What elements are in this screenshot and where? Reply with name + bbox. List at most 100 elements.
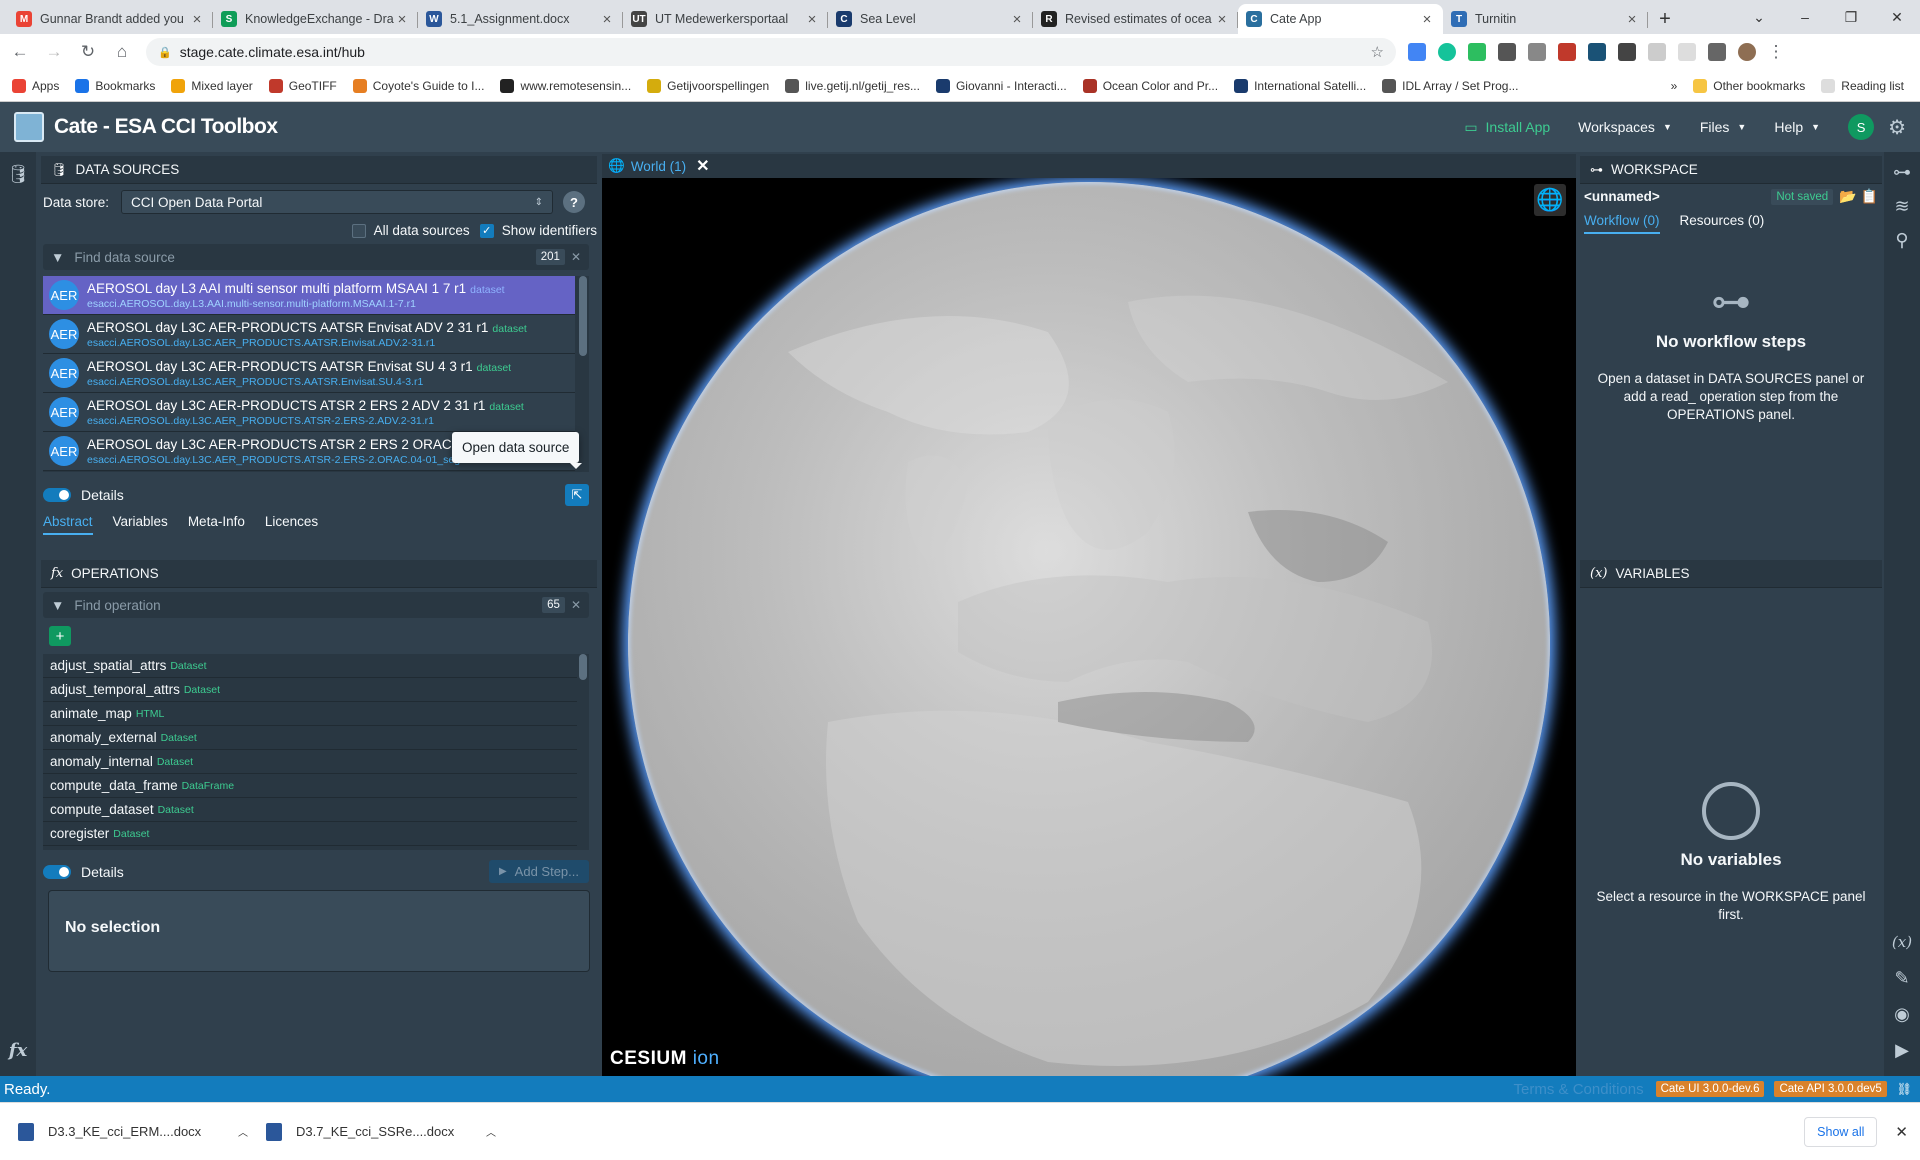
link-icon[interactable]: ⛓ (1897, 1082, 1912, 1096)
download-item[interactable]: D3.3_KE_cci_ERM....docx ︿ (18, 1122, 248, 1141)
map-marker-icon[interactable]: ⚲ (1892, 230, 1912, 250)
bookmark-item[interactable]: Apps (12, 78, 59, 93)
home-button[interactable]: ⌂ (108, 38, 136, 66)
tab-licences[interactable]: Licences (265, 514, 318, 535)
close-window-button[interactable]: ✕ (1874, 0, 1920, 34)
function-icon[interactable]: fx (8, 1040, 28, 1061)
browser-tab[interactable]: C Cate App × (1238, 4, 1443, 34)
tab-abstract[interactable]: Abstract (43, 514, 93, 535)
list-scrollbar[interactable] (579, 276, 587, 356)
add-step-button[interactable]: ▶ Add Step... (488, 860, 589, 883)
show-identifiers-checkbox[interactable]: ✓ (479, 223, 494, 238)
find-operation-input[interactable]: ▼ Find operation 65 ✕ (43, 592, 589, 618)
operation-item[interactable]: adjust_temporal_attrs Dataset (43, 678, 577, 702)
tab-workflow[interactable]: Workflow (0) (1584, 213, 1660, 234)
extension-icon[interactable] (1648, 43, 1666, 61)
clear-icon[interactable]: ✕ (571, 598, 581, 612)
close-tab-icon[interactable]: × (1009, 11, 1025, 28)
eye-icon[interactable]: ◉ (1892, 1004, 1912, 1024)
data-source-item[interactable]: AER AEROSOL day L3 AAI multi sensor multi… (43, 276, 575, 315)
evernote-extension-icon[interactable] (1468, 43, 1486, 61)
zotero-extension-icon[interactable] (1588, 43, 1606, 61)
tab-variables[interactable]: Variables (113, 514, 168, 535)
bookmark-star-icon[interactable]: ☆ (1371, 43, 1384, 61)
data-source-item[interactable]: AER AEROSOL day L3C AER-PRODUCTS ATSR 2 E… (43, 393, 575, 432)
operation-item[interactable]: adjust_spatial_attrs Dataset (43, 654, 577, 678)
back-button[interactable]: ← (6, 38, 34, 66)
close-tab-icon[interactable]: × (599, 11, 615, 28)
help-icon[interactable]: ? (563, 191, 586, 213)
open-data-source-button[interactable]: ⇱ (565, 484, 589, 506)
workspaces-menu[interactable]: Workspaces ▼ (1578, 119, 1672, 135)
operation-item[interactable]: anomaly_external Dataset (43, 726, 577, 750)
bookmark-item[interactable]: International Satelli... (1234, 78, 1366, 93)
tab-meta-info[interactable]: Meta-Info (188, 514, 245, 535)
bookmark-item[interactable]: Bookmarks (75, 78, 155, 93)
close-tab-icon[interactable]: × (394, 11, 410, 28)
cesium-ion-logo[interactable]: CESIUM ion (610, 1048, 720, 1070)
url-input[interactable]: 🔒 stage.cate.climate.esa.int/hub ☆ (146, 38, 1396, 66)
all-data-sources-checkbox[interactable] (351, 223, 366, 238)
user-avatar[interactable]: S (1848, 114, 1875, 140)
other-bookmarks[interactable]: Other bookmarks (1693, 78, 1805, 93)
clear-icon[interactable]: ✕ (571, 250, 581, 264)
add-operation-button[interactable]: + (49, 626, 71, 646)
chevron-up-icon[interactable]: ︿ (486, 1124, 496, 1139)
bookmark-item[interactable]: Getijvoorspellingen (647, 78, 769, 93)
database-icon[interactable]: 🛢 (7, 164, 30, 184)
download-item[interactable]: D3.7_KE_cci_SSRe....docx ︿ (266, 1122, 496, 1141)
list-scrollbar[interactable] (579, 654, 587, 680)
close-tab-icon[interactable]: × (1419, 11, 1435, 28)
reload-button[interactable]: ↻ (74, 38, 102, 66)
close-tab-icon[interactable]: × (804, 11, 820, 28)
reading-list[interactable]: Reading list (1821, 78, 1904, 93)
open-folder-icon[interactable]: 📂 (1839, 188, 1856, 205)
reading-mode-icon[interactable] (1678, 43, 1696, 61)
browser-tab[interactable]: T Turnitin × (1443, 4, 1648, 34)
close-tab-icon[interactable]: × (1624, 11, 1640, 28)
bookmark-item[interactable]: Coyote's Guide to I... (352, 78, 484, 93)
details-toggle[interactable] (43, 488, 71, 502)
bookmark-item[interactable]: GeoTIFF (268, 78, 337, 93)
forward-button[interactable]: → (40, 38, 68, 66)
translate-extension-icon[interactable] (1408, 43, 1426, 61)
new-tab-button[interactable]: + (1648, 4, 1682, 34)
terms-link[interactable]: Terms & Conditions (1514, 1081, 1644, 1098)
operation-item[interactable]: animate_map HTML (43, 702, 577, 726)
settings-gear-icon[interactable]: ⚙ (1888, 115, 1906, 140)
mendeley-extension-icon[interactable] (1558, 43, 1576, 61)
extension-icon[interactable] (1528, 43, 1546, 61)
files-menu[interactable]: Files ▼ (1700, 119, 1746, 135)
bookmark-item[interactable]: Giovanni - Interacti... (935, 78, 1067, 93)
extension-icon[interactable] (1618, 43, 1636, 61)
operation-item[interactable]: coregister Dataset (43, 822, 577, 846)
operation-item[interactable]: anomaly_internal Dataset (43, 750, 577, 774)
profile-avatar[interactable] (1738, 43, 1756, 61)
data-source-item[interactable]: AER AEROSOL day L3C AER-PRODUCTS AATSR En… (43, 354, 575, 393)
play-icon[interactable]: ▶ (1892, 1040, 1912, 1060)
layers-icon[interactable]: ≋ (1892, 196, 1912, 216)
tab-search-icon[interactable]: ⌄ (1736, 0, 1782, 34)
grammarly-extension-icon[interactable] (1438, 43, 1456, 61)
globe-mode-button[interactable]: 🌐 (1534, 184, 1566, 216)
extension-icon[interactable] (1498, 43, 1516, 61)
minimize-button[interactable]: – (1782, 0, 1828, 34)
close-tab-icon[interactable]: × (1214, 11, 1230, 28)
bookmark-item[interactable]: Ocean Color and Pr... (1082, 78, 1218, 93)
tab-resources[interactable]: Resources (0) (1680, 213, 1765, 234)
browser-tab[interactable]: W 5.1_Assignment.docx × (418, 4, 623, 34)
browser-tab[interactable]: S KnowledgeExchange - Dra × (213, 4, 418, 34)
browser-tab[interactable]: M Gunnar Brandt added you × (8, 4, 213, 34)
details-toggle[interactable] (43, 864, 71, 879)
find-data-source-input[interactable]: ▼ Find data source 201 ✕ (43, 244, 589, 270)
browser-tab[interactable]: R Revised estimates of ocea × (1033, 4, 1238, 34)
close-view-icon[interactable]: ✕ (696, 156, 709, 176)
bookmark-item[interactable]: IDL Array / Set Prog... (1382, 78, 1518, 93)
restore-button[interactable]: ❐ (1828, 0, 1874, 34)
operation-item[interactable]: compute_dataset Dataset (43, 798, 577, 822)
bookmark-item[interactable]: live.getij.nl/getij_res... (785, 78, 920, 93)
browser-tab[interactable]: UT UT Medewerkersportaal × (623, 4, 828, 34)
browser-menu-icon[interactable]: ⋮ (1762, 38, 1790, 66)
clipboard-icon[interactable]: 📋 (1861, 188, 1878, 205)
install-app-button[interactable]: ▭ Install App (1464, 119, 1550, 136)
